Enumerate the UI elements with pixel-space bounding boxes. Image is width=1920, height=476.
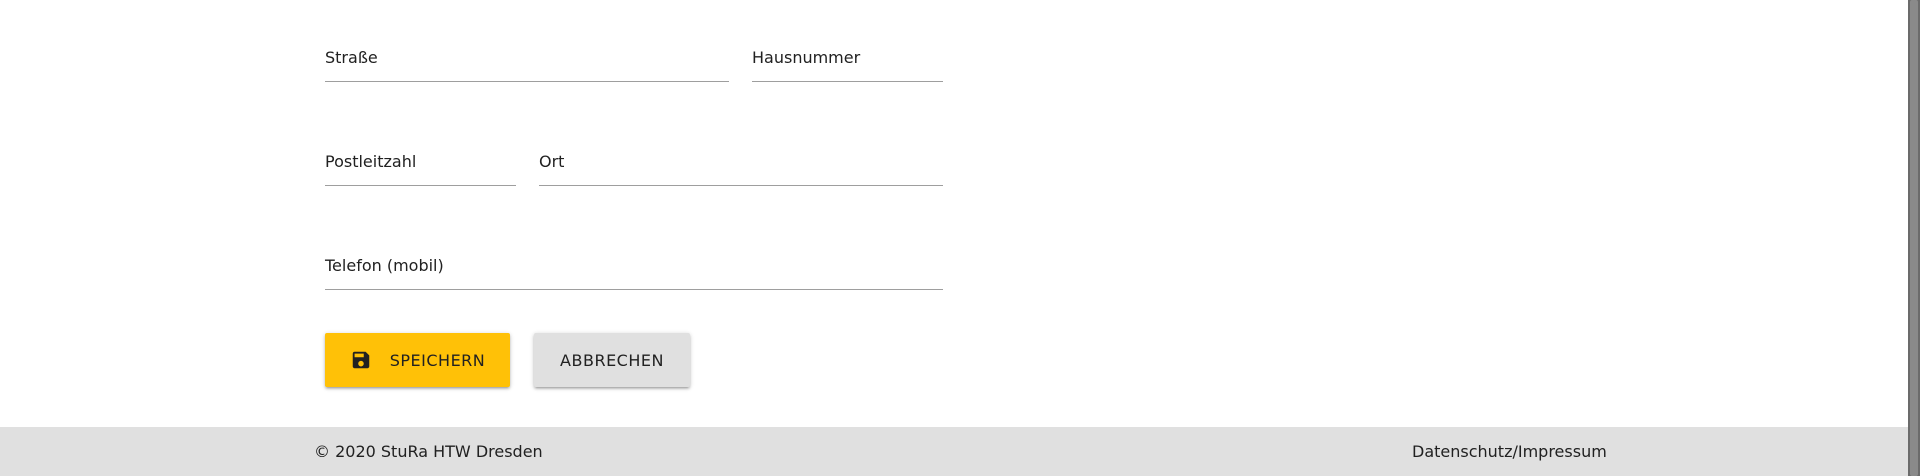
postal-code-field[interactable]: Postleitzahl <box>325 104 516 186</box>
street-input[interactable] <box>325 41 729 81</box>
save-button[interactable]: SPEICHERN <box>325 333 510 387</box>
phone-input[interactable] <box>325 249 943 289</box>
cancel-button-label: ABBRECHEN <box>560 350 664 370</box>
floppy-disk-icon <box>350 349 372 371</box>
copyright-text: © 2020 StuRa HTW Dresden <box>314 442 543 461</box>
street-field[interactable]: Straße <box>325 0 729 82</box>
save-button-label: SPEICHERN <box>389 350 486 370</box>
phone-field[interactable]: Telefon (mobil) <box>325 208 943 290</box>
footer: © 2020 StuRa HTW Dresden Datenschutz/Imp… <box>0 427 1920 476</box>
scrollbar-thumb[interactable] <box>1910 0 1918 476</box>
privacy-link[interactable]: Datenschutz/Impressum <box>1412 442 1607 461</box>
page: Straße Hausnummer Postleitzahl Ort Telef… <box>0 0 1920 476</box>
cancel-button[interactable]: ABBRECHEN <box>534 333 690 387</box>
house-number-field[interactable]: Hausnummer <box>752 0 943 82</box>
vertical-scrollbar[interactable] <box>1908 0 1920 476</box>
postal-code-input[interactable] <box>325 145 516 185</box>
city-field[interactable]: Ort <box>539 104 943 186</box>
house-number-input[interactable] <box>752 41 943 81</box>
city-input[interactable] <box>539 145 943 185</box>
